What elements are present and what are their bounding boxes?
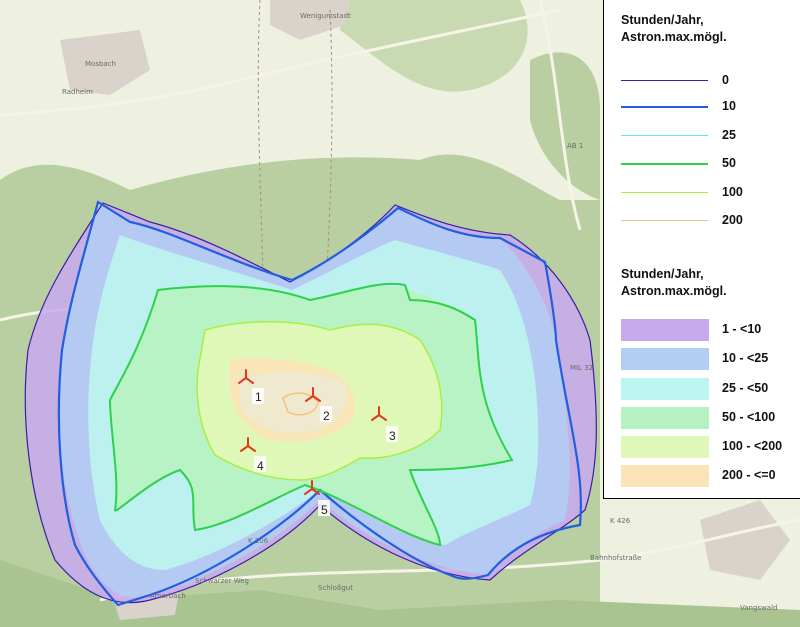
legend-class-swatch-1 [621,348,709,370]
legend-isoline-swatch-0 [621,80,708,81]
place-label-radheim: Radheim [62,88,93,96]
legend-class-swatch-2 [621,378,709,400]
legend-class-swatch-5 [621,465,709,487]
turbine-label-5: 5 [321,503,328,517]
legend-isoline-swatch-5 [621,220,708,221]
legend-isoline-swatch-4 [621,192,708,193]
legend-class-label-0: 1 - <10 [722,322,762,336]
legend-isoline-label-3: 50 [722,156,736,170]
legend-class-label-1: 10 - <25 [722,351,769,365]
legend-isoline-swatch-1 [621,106,708,108]
place-label-schlossgut: Schloßgut [318,584,353,592]
turbine-label-1: 1 [255,390,262,404]
place-label-amorbach: Amorbach [150,592,186,600]
place-label-wenigumstadt: Wenigumstadt [300,12,351,20]
place-label-ab1: AB 1 [567,142,583,150]
legend-isoline-swatch-2 [621,135,708,136]
legend-class-label-5: 200 - <=0 [722,468,776,482]
map-legend: Stunden/Jahr, Astron.max.mögl. 0 10 25 5… [603,0,800,499]
legend-class-label-4: 100 - <200 [722,439,783,453]
legend-class-label-3: 50 - <100 [722,410,776,424]
place-label-k426: K 426 [610,517,631,525]
legend-class-label-2: 25 - <50 [722,381,769,395]
legend-class-swatch-0 [621,319,709,341]
place-label-mosbach: Mosbach [85,60,116,68]
legend-isoline-title: Stunden/Jahr, Astron.max.mögl. [621,13,727,44]
legend-isoline-label-1: 10 [722,99,736,113]
legend-isoline-swatch-3 [621,163,708,165]
legend-isoline-label-4: 100 [722,185,743,199]
legend-isoline-label-0: 0 [722,73,729,87]
legend-class-title: Stunden/Jahr, Astron.max.mögl. [621,267,727,298]
place-label-vangswald: Vangswald [740,604,777,612]
place-label-road-1: Schwarzer Weg [195,577,249,585]
turbine-label-2: 2 [323,409,330,423]
legend-isoline-label-2: 25 [722,128,736,142]
place-label-mil32: MIL 32 [570,364,593,372]
legend-class-swatch-3 [621,407,709,429]
turbine-label-3: 3 [389,429,396,443]
legend-class-swatch-4 [621,436,709,458]
place-label-k106: K 106 [248,537,269,545]
turbine-label-4: 4 [257,459,264,473]
place-label-bahnhofstrasse: Bahnhofstraße [590,554,641,562]
legend-isoline-label-5: 200 [722,213,743,227]
